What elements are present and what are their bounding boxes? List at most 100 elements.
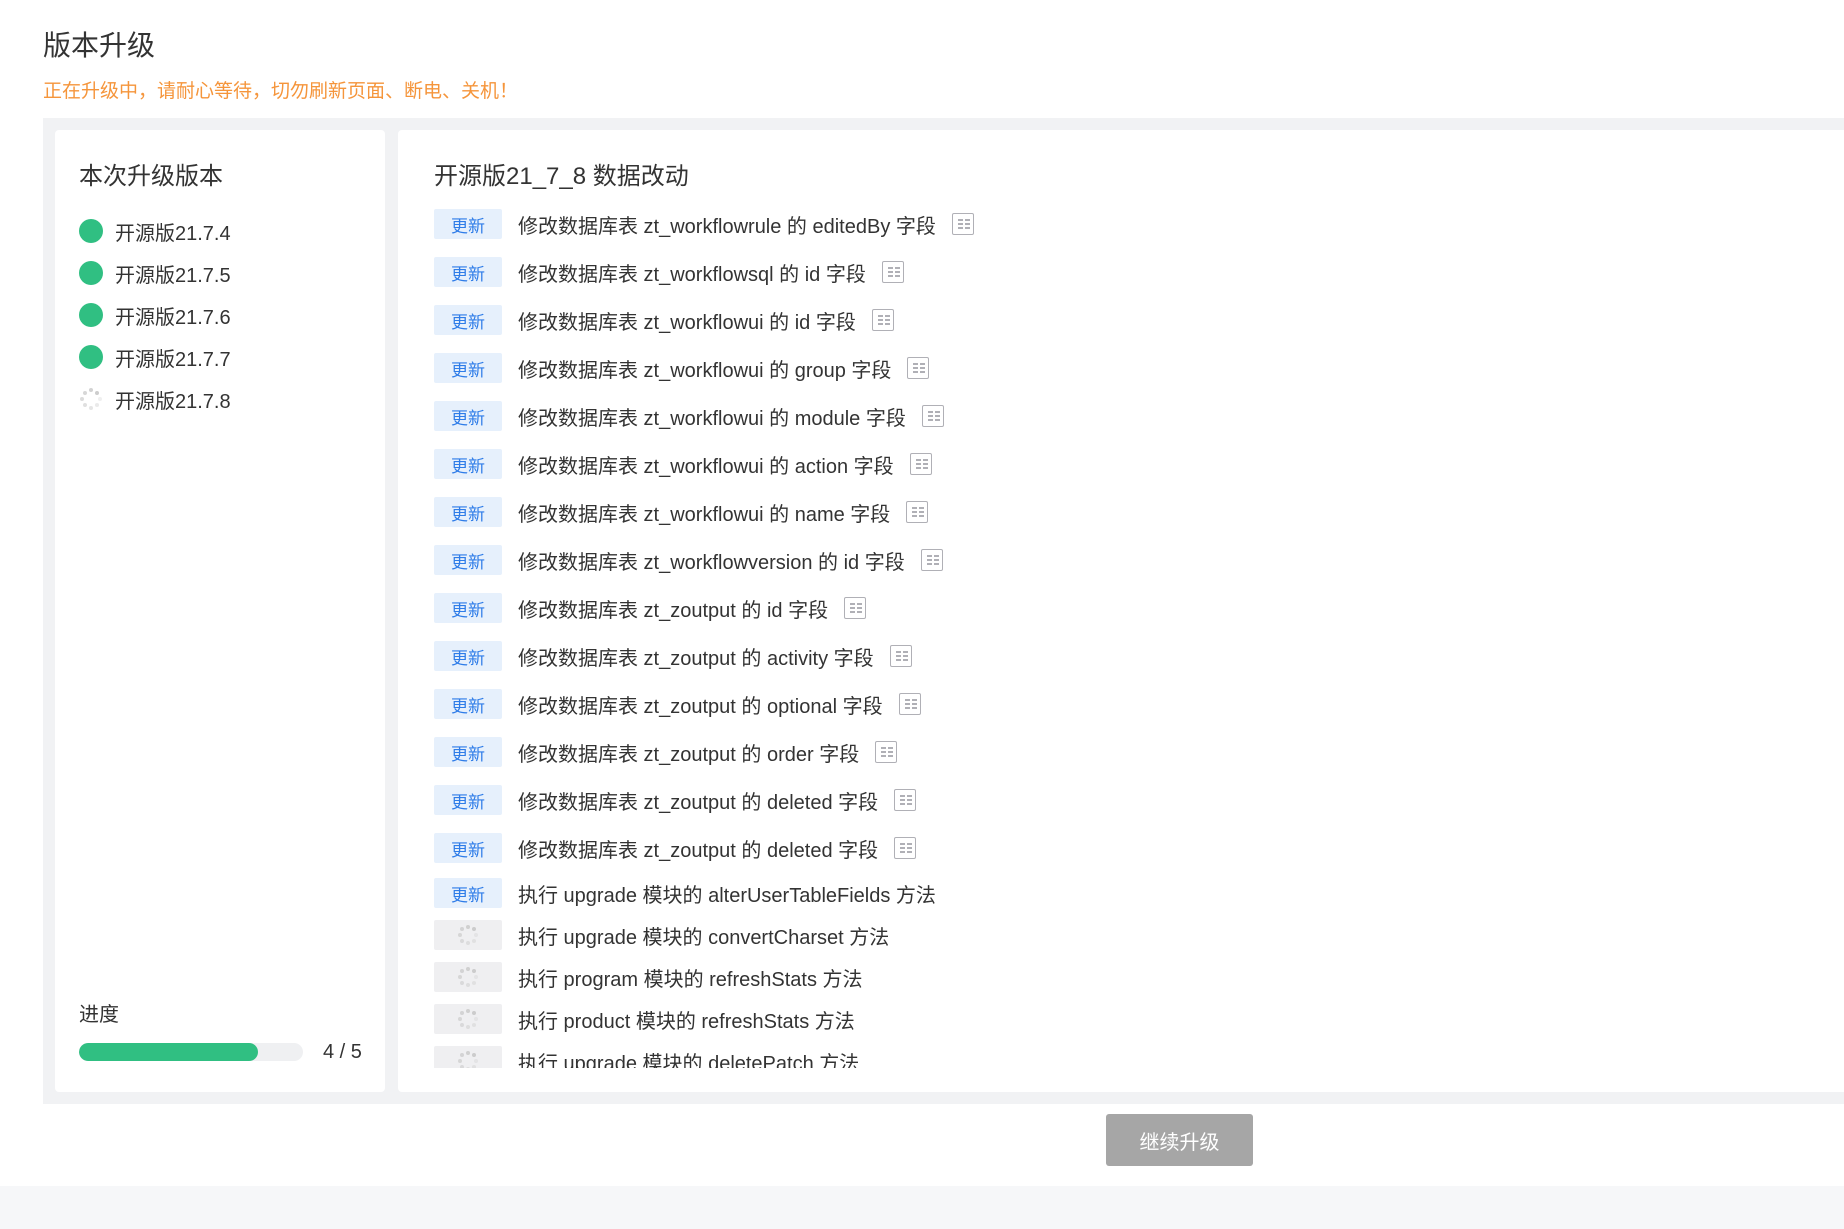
change-log-row: 更新 修改数据库表 zt_workflowrule 的 editedBy 字段 [434,208,1434,248]
sql-details-icon[interactable] [871,309,894,331]
change-log-text: 执行 upgrade 模块的 deletePatch 方法 [518,1052,860,1069]
sql-details-icon[interactable] [881,261,904,283]
change-log-row: 更新 修改数据库表 zt_zoutput 的 activity 字段 [434,632,1434,680]
sql-details-icon[interactable] [909,453,932,475]
sql-details-icon[interactable] [889,645,912,667]
page-footer-strip [0,1186,1844,1229]
version-item: 开源版21.7.7 [79,336,231,378]
version-item: 开源版21.7.8 [79,378,231,420]
version-label: 开源版21.7.8 [115,390,231,413]
change-log-text: 修改数据库表 zt_workflowui 的 module 字段 [518,407,906,430]
change-log-row: 更新 修改数据库表 zt_workflowversion 的 id 字段 [434,536,1434,584]
update-tag: 更新 [434,353,502,383]
changes-panel: 开源版21_7_8 数据改动 更新 修改数据库表 zt_workflowrule … [398,130,1844,1092]
change-log-row: 更新 修改数据库表 zt_workflowui 的 group 字段 [434,344,1434,392]
change-log-text: 执行 program 模块的 refreshStats 方法 [518,968,863,991]
version-label: 开源版21.7.6 [115,306,231,329]
pending-tag [434,962,502,992]
change-log-row: 更新 执行 upgrade 模块的 alterUserTableFields 方法 [434,872,1434,914]
loading-spinner-icon [457,966,479,988]
change-log-row: 更新 修改数据库表 zt_workflowui 的 name 字段 [434,488,1434,536]
change-log-text: 修改数据库表 zt_zoutput 的 activity 字段 [518,647,874,670]
change-log-row: 更新 修改数据库表 zt_zoutput 的 deleted 字段 [434,776,1434,824]
page-title: 版本升级 [43,30,156,61]
sql-details-icon[interactable] [920,549,943,571]
change-log-row: 更新 修改数据库表 zt_workflowui 的 id 字段 [434,296,1434,344]
changes-log-list: 更新 修改数据库表 zt_workflowrule 的 editedBy 字段 更新… [434,208,1434,1068]
update-tag: 更新 [434,737,502,767]
progress-label: 进度 [79,1004,119,1026]
upgrade-warning: 正在升级中，请耐心等待，切勿刷新页面、断电、关机！ [43,81,519,102]
change-log-text: 修改数据库表 zt_workflowrule 的 editedBy 字段 [518,215,936,238]
done-dot-icon [79,303,103,327]
sql-details-icon[interactable] [898,693,921,715]
change-log-text: 修改数据库表 zt_zoutput 的 optional 字段 [518,695,883,718]
sql-details-icon[interactable] [875,741,898,763]
done-dot-icon [79,219,103,243]
pending-tag [434,1046,502,1068]
change-log-row: 更新 修改数据库表 zt_workflowsql 的 id 字段 [434,248,1434,296]
update-tag: 更新 [434,401,502,431]
update-tag: 更新 [434,305,502,335]
change-log-row: 执行 upgrade 模块的 deletePatch 方法 [434,1040,1434,1068]
change-log-row: 更新 修改数据库表 zt_zoutput 的 order 字段 [434,728,1434,776]
change-log-text: 修改数据库表 zt_zoutput 的 deleted 字段 [518,791,879,814]
update-tag: 更新 [434,785,502,815]
pending-tag [434,1004,502,1034]
sql-details-icon[interactable] [906,501,929,523]
sql-details-icon[interactable] [844,597,867,619]
change-log-text: 修改数据库表 zt_zoutput 的 id 字段 [518,599,829,622]
update-tag: 更新 [434,689,502,719]
progress-bar-fill [79,1043,259,1061]
change-log-text: 修改数据库表 zt_workflowversion 的 id 字段 [518,551,905,574]
change-log-row: 执行 upgrade 模块的 convertCharset 方法 [434,914,1434,956]
version-item: 开源版21.7.4 [79,210,231,252]
change-log-row: 更新 修改数据库表 zt_zoutput 的 deleted 字段 [434,824,1434,872]
update-tag: 更新 [434,878,502,908]
versions-panel-title: 本次升级版本 [79,163,223,190]
change-log-text: 修改数据库表 zt_zoutput 的 order 字段 [518,743,860,766]
update-tag: 更新 [434,641,502,671]
change-log-row: 更新 修改数据库表 zt_workflowui 的 action 字段 [434,440,1434,488]
change-log-text: 执行 upgrade 模块的 convertCharset 方法 [518,926,890,949]
changes-log-viewport[interactable]: 更新 修改数据库表 zt_workflowrule 的 editedBy 字段 更新… [434,208,1434,1068]
sql-details-icon[interactable] [894,837,917,859]
change-log-text: 修改数据库表 zt_workflowui 的 group 字段 [518,359,892,382]
loading-spinner-icon [457,924,479,946]
pending-tag [434,920,502,950]
change-log-row: 执行 program 模块的 refreshStats 方法 [434,956,1434,998]
done-dot-icon [79,261,103,285]
change-log-row: 执行 product 模块的 refreshStats 方法 [434,998,1434,1040]
version-label: 开源版21.7.7 [115,348,231,371]
sql-details-icon[interactable] [951,213,974,235]
update-tag: 更新 [434,257,502,287]
change-log-text: 执行 product 模块的 refreshStats 方法 [518,1010,855,1033]
loading-spinner-icon [457,1008,479,1030]
update-tag: 更新 [434,593,502,623]
loading-spinner-icon [79,387,103,411]
update-tag: 更新 [434,833,502,863]
changes-panel-title: 开源版21_7_8 数据改动 [434,163,689,190]
change-log-text: 修改数据库表 zt_zoutput 的 deleted 字段 [518,839,879,862]
version-list: 开源版21.7.4 开源版21.7.5 开源版21.7.6 开源版21.7.7 开源版2… [79,210,231,420]
change-log-text: 修改数据库表 zt_workflowui 的 action 字段 [518,455,894,478]
version-label: 开源版21.7.4 [115,222,231,245]
progress-count: 4 / 5 [323,1041,362,1063]
change-log-text: 修改数据库表 zt_workflowsql 的 id 字段 [518,263,866,286]
version-item: 开源版21.7.6 [79,294,231,336]
change-log-row: 更新 修改数据库表 zt_zoutput 的 optional 字段 [434,680,1434,728]
sql-details-icon[interactable] [907,357,930,379]
version-item: 开源版21.7.5 [79,252,231,294]
change-log-text: 修改数据库表 zt_workflowui 的 id 字段 [518,311,856,334]
sql-details-icon[interactable] [894,789,917,811]
update-tag: 更新 [434,497,502,527]
change-log-text: 执行 upgrade 模块的 alterUserTableFields 方法 [518,884,936,907]
update-tag: 更新 [434,449,502,479]
progress-bar [79,1043,303,1061]
version-label: 开源版21.7.5 [115,264,231,287]
done-dot-icon [79,345,103,369]
change-log-text: 修改数据库表 zt_workflowui 的 name 字段 [518,503,891,526]
sql-details-icon[interactable] [921,405,944,427]
continue-upgrade-button[interactable]: 继续升级 [1106,1114,1253,1166]
update-tag: 更新 [434,545,502,575]
